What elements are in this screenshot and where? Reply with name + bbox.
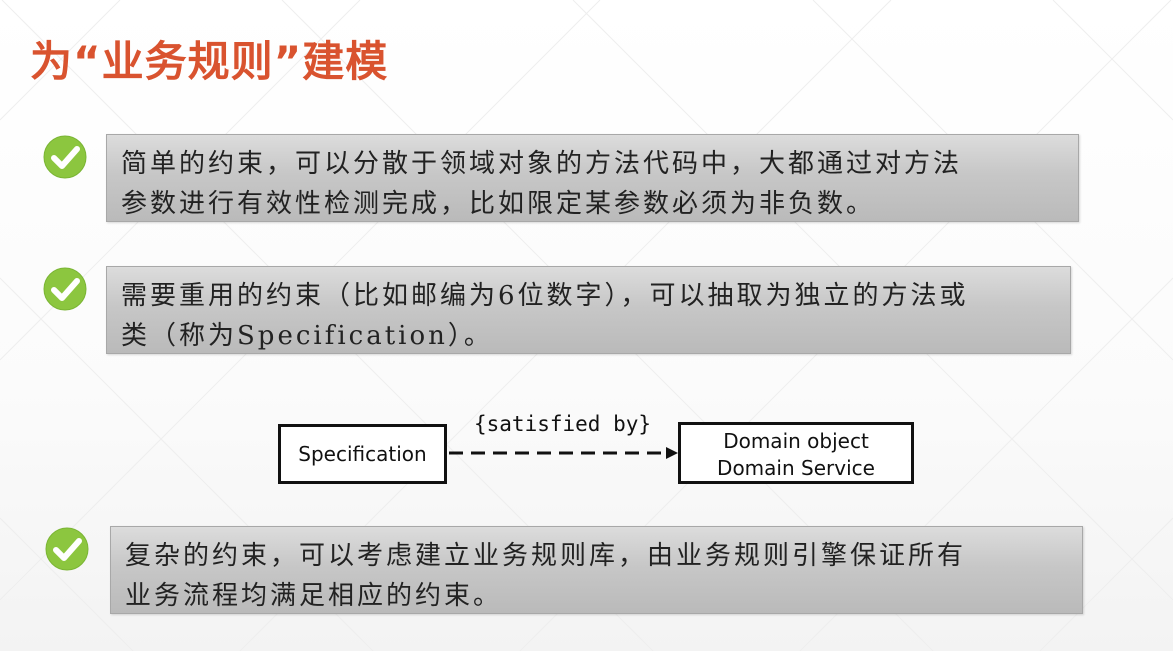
bullet-2-line-2: 类（称为Specification）。 bbox=[121, 321, 493, 351]
slide-title: 为“业务规则”建模 bbox=[30, 37, 389, 86]
bullet-2-line-1: 需要重用的约束（比如邮编为6位数字），可以抽取为独立的方法或 bbox=[121, 281, 969, 311]
relation-label: {satisfied by} bbox=[474, 412, 652, 436]
bullet-1-line-1: 简单的约束，可以分散于领域对象的方法代码中，大都通过对方法 bbox=[121, 149, 963, 179]
specification-box: Specification bbox=[278, 424, 447, 484]
bullet-box-1: 简单的约束，可以分散于领域对象的方法代码中，大都通过对方法 参数进行有效性检测完… bbox=[106, 134, 1079, 222]
bullet-1-line-2: 参数进行有效性检测完成，比如限定某参数必须为非负数。 bbox=[121, 189, 876, 219]
domain-target-box: Domain object Domain Service bbox=[678, 422, 914, 484]
bullet-3-line-2: 业务流程均满足相应的约束。 bbox=[125, 581, 503, 611]
specification-box-label: Specification bbox=[298, 442, 427, 466]
bullet-3-line-1: 复杂的约束，可以考虑建立业务规则库，由业务规则引擎保证所有 bbox=[125, 541, 967, 571]
bullet-box-2: 需要重用的约束（比如邮编为6位数字），可以抽取为独立的方法或 类（称为Speci… bbox=[106, 266, 1071, 354]
check-circle-icon bbox=[43, 135, 87, 179]
check-circle-icon bbox=[43, 267, 87, 311]
domain-object-label: Domain object bbox=[723, 429, 869, 453]
bullet-box-3: 复杂的约束，可以考虑建立业务规则库，由业务规则引擎保证所有 业务流程均满足相应的… bbox=[110, 526, 1083, 614]
domain-service-label: Domain Service bbox=[717, 456, 875, 480]
check-circle-icon bbox=[45, 527, 89, 571]
